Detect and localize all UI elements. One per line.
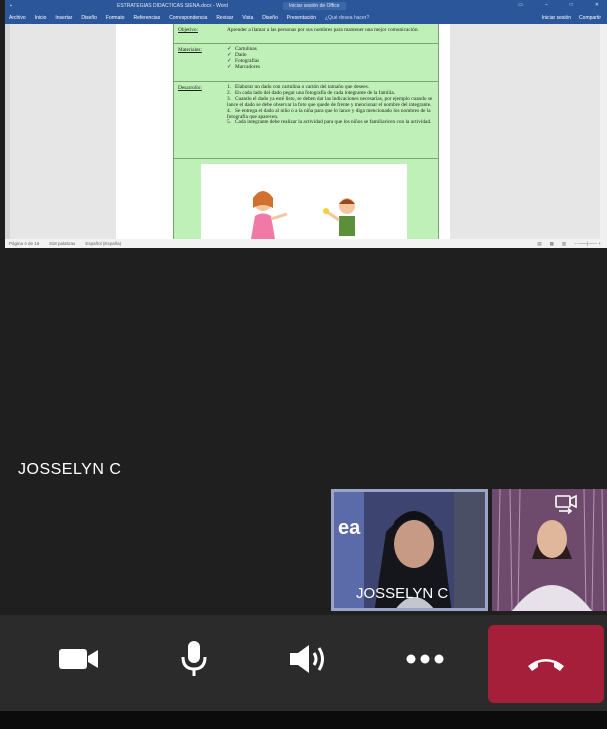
save-icon[interactable]: ▪ xyxy=(10,3,12,9)
office-sign-in-hint[interactable]: Iniciar sesión de Office xyxy=(283,2,346,10)
objective-text: Aprender a llamar a las personas por sus… xyxy=(227,27,419,33)
word-status-bar: Página 4 de 16 918 palabras Español (Esp… xyxy=(5,239,607,248)
read-mode-icon[interactable]: ▤ xyxy=(537,241,541,247)
share-button[interactable]: Compartir xyxy=(579,15,601,21)
ribbon-display-icon[interactable]: ▭ xyxy=(518,2,523,8)
self-video xyxy=(492,489,607,611)
list-item: 5. Cada integrante debe realizar la activ… xyxy=(227,119,432,126)
sign-in-button[interactable]: Iniciar sesión xyxy=(542,15,571,21)
microphone-icon xyxy=(181,641,207,676)
tab-correspondencia[interactable]: Correspondencia xyxy=(169,15,207,21)
more-icon xyxy=(406,654,444,664)
page-count: Página 4 de 16 xyxy=(9,241,40,246)
tab-formato[interactable]: Formato xyxy=(106,15,125,21)
zoom-slider[interactable]: – ——|—— + xyxy=(574,241,601,247)
tab-presentacion[interactable]: Presentación xyxy=(287,15,316,21)
tab-diseno[interactable]: Diseño xyxy=(81,15,97,21)
video-call-screen: ▪ ESTRATEGIAS DIDACTICAS SIENA.docx - Wo… xyxy=(0,0,607,729)
word-count: 918 palabras xyxy=(49,241,76,246)
vertical-ruler xyxy=(5,24,10,239)
steps-list: 1. Elaborar un dado con cartulina o cartó… xyxy=(227,84,434,126)
tab-diseno-2[interactable]: Diseño xyxy=(262,15,278,21)
system-bar xyxy=(0,711,607,729)
ribbon-tabs: Archivo Inicio Insertar Diseño Formato R… xyxy=(5,12,607,24)
shared-screen: ▪ ESTRATEGIAS DIDACTICAS SIENA.docx - Wo… xyxy=(5,0,607,248)
window-controls: ▭ – □ ✕ xyxy=(518,2,599,8)
participant-name: JOSSELYN C xyxy=(356,585,449,602)
family-illustration xyxy=(201,164,407,239)
camera-icon xyxy=(59,649,98,669)
tab-vista[interactable]: Vista xyxy=(242,15,253,21)
microphone-toggle-button[interactable] xyxy=(161,627,227,691)
print-layout-icon[interactable]: ▦ xyxy=(550,241,554,247)
word-title-bar: ▪ ESTRATEGIAS DIDACTICAS SIENA.docx - Wo… xyxy=(5,0,607,12)
tell-me-search[interactable]: ¿Qué desea hacer? xyxy=(325,15,369,21)
call-controls xyxy=(0,615,607,711)
materials-row: Materiales: ✓ Cartulinas ✓ Dado ✓ Fotografí… xyxy=(174,44,438,82)
list-item: ✓ Marcadores xyxy=(227,63,260,70)
caller-name: JOSSELYN C xyxy=(18,461,122,478)
illustration-image xyxy=(251,191,355,239)
switch-camera-icon[interactable] xyxy=(553,493,579,520)
document-page: Objetivo: Aprender a llamar a las person… xyxy=(116,24,450,239)
tab-revisar[interactable]: Revisar xyxy=(216,15,233,21)
development-label: Desarrollo: xyxy=(178,85,202,91)
minimize-icon[interactable]: – xyxy=(545,2,548,8)
materials-label: Materiales: xyxy=(178,47,202,53)
tab-inicio[interactable]: Inicio xyxy=(35,15,47,21)
vertical-scrollbar[interactable] xyxy=(600,24,607,239)
document-title: ESTRATEGIAS DIDACTICAS SIENA.docx - Word xyxy=(117,3,228,9)
end-call-button[interactable] xyxy=(488,625,604,703)
tab-referencias[interactable]: Referencias xyxy=(134,15,161,21)
hang-up-icon xyxy=(528,659,564,671)
development-row: Desarrollo: 1. Elaborar un dado con cartu… xyxy=(174,82,438,159)
materials-list: ✓ Cartulinas ✓ Dado ✓ Fotografías ✓ Marcador… xyxy=(227,46,434,71)
activity-table: Objetivo: Aprender a llamar a las person… xyxy=(173,24,439,239)
call-stage: JOSSELYN C ea JOSSELYN C xyxy=(0,248,607,615)
svg-text:ea: ea xyxy=(338,517,361,539)
view-controls: ▤ ▦ ▥ – ——|—— + xyxy=(537,241,601,247)
tab-archivo[interactable]: Archivo xyxy=(9,15,26,21)
video-toggle-button[interactable] xyxy=(46,627,112,691)
more-options-button[interactable] xyxy=(392,627,458,691)
maximize-icon[interactable]: □ xyxy=(570,2,573,8)
document-canvas: Objetivo: Aprender a llamar a las person… xyxy=(5,24,607,239)
language: Español (España) xyxy=(85,241,122,246)
speaker-toggle-button[interactable] xyxy=(276,627,342,691)
close-icon[interactable]: ✕ xyxy=(595,2,599,8)
objective-label: Objetivo: xyxy=(178,27,199,33)
participant-tile-josselyn[interactable]: ea JOSSELYN C xyxy=(331,489,488,611)
participant-tile-self-view[interactable] xyxy=(492,489,607,611)
tab-insertar[interactable]: Insertar xyxy=(55,15,72,21)
speaker-icon xyxy=(290,645,324,673)
objective-row: Objetivo: Aprender a llamar a las person… xyxy=(174,24,438,44)
web-layout-icon[interactable]: ▥ xyxy=(562,241,566,247)
